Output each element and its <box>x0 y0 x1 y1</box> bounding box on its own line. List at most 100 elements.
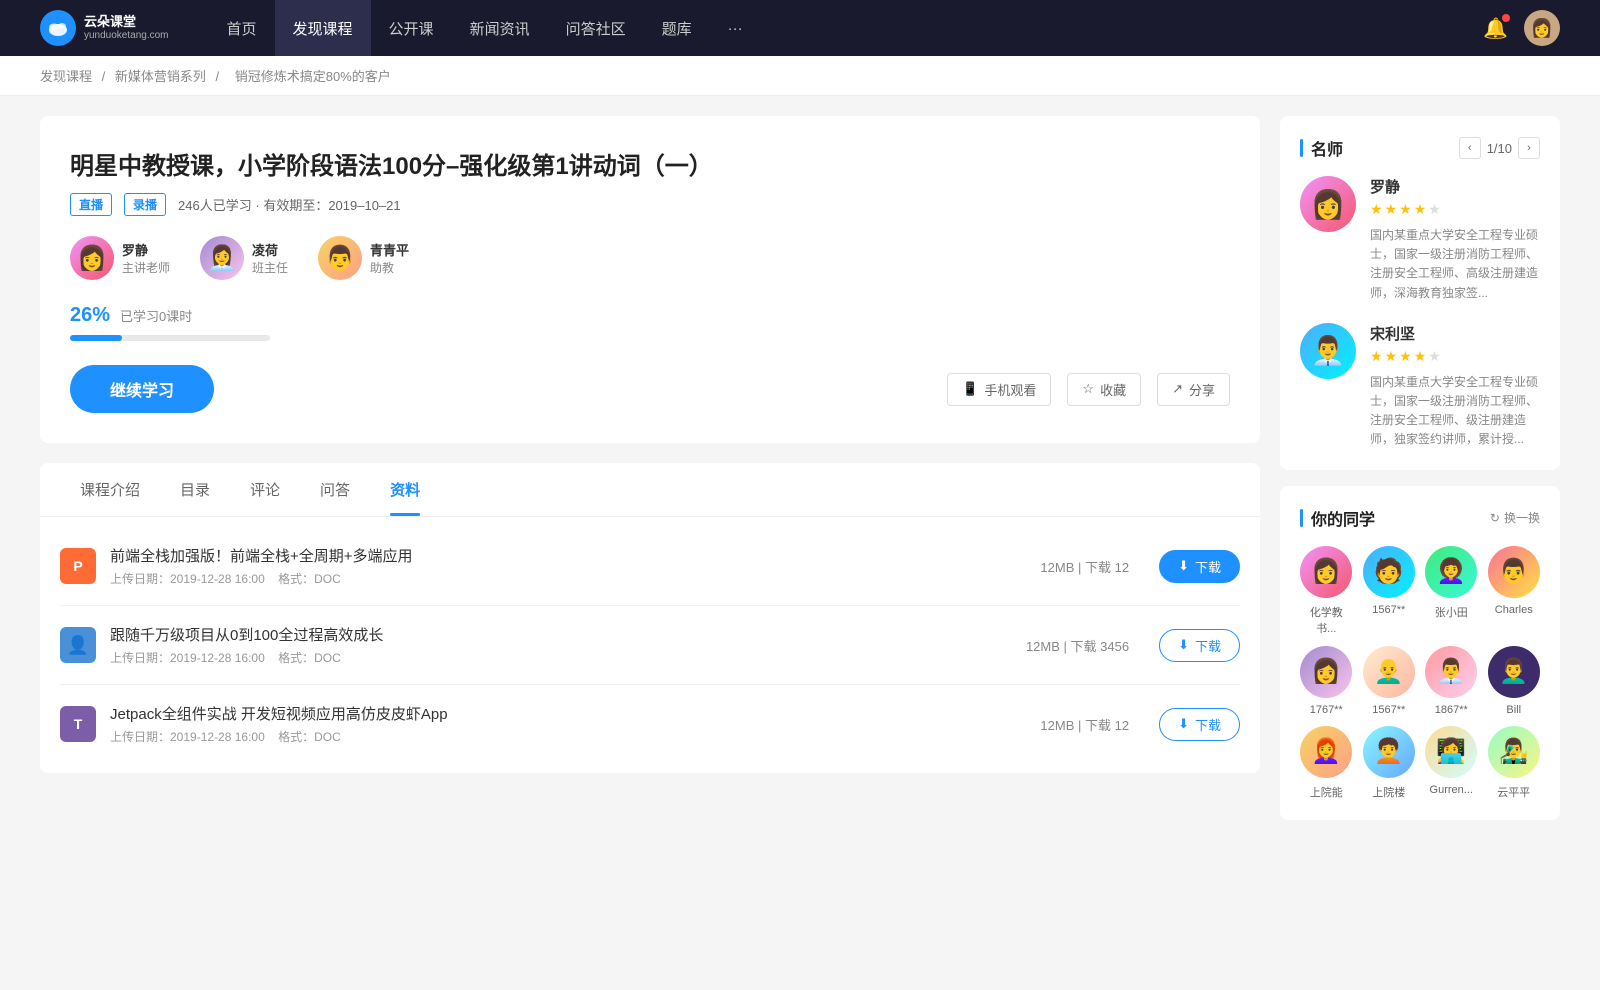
main-layout: 明星中教授课，小学阶段语法100分–强化级第1讲动词（一） 直播 录播 246人… <box>0 96 1600 856</box>
student-2-avatar: 👩‍🦱 <box>1425 546 1477 598</box>
teacher-0-name: 罗静 <box>122 240 170 259</box>
course-title: 明星中教授课，小学阶段语法100分–强化级第1讲动词（一） <box>70 146 1230 181</box>
collect-button[interactable]: ☆ 收藏 <box>1067 373 1141 406</box>
student-1-avatar: 🧑 <box>1363 546 1415 598</box>
sidebar-teacher-0: 👩 罗静 ★ ★ ★ ★ ★ 国内某重点大学安全工程专业硕士，国家一级注册消防工… <box>1300 176 1540 303</box>
breadcrumb-series[interactable]: 新媒体营销系列 <box>115 69 206 84</box>
tab-materials[interactable]: 资料 <box>370 463 440 516</box>
download-button-2[interactable]: ⬇ 下载 <box>1159 708 1240 741</box>
badge-live: 直播 <box>70 193 112 216</box>
file-meta-0: 上传日期：2019-12-28 16:00 格式：DOC <box>110 570 1026 587</box>
progress-bar-bg <box>70 335 270 341</box>
nav-right: 🔔 👩 <box>1483 10 1560 46</box>
tab-intro[interactable]: 课程介绍 <box>60 463 160 516</box>
student-8-avatar: 👩‍🦰 <box>1300 726 1352 778</box>
sidebar-teacher-0-avatar: 👩 <box>1300 176 1356 232</box>
student-5-name: 1567** <box>1372 704 1405 716</box>
sidebar-teacher-1: 👨‍💼 宋利坚 ★ ★ ★ ★ ★ 国内某重点大学安全工程专业硕士，国家一级注册… <box>1300 323 1540 450</box>
breadcrumb: 发现课程 / 新媒体营销系列 / 销冠修炼术搞定80%的客户 <box>0 56 1600 96</box>
teacher-1-name: 凌荷 <box>252 240 288 259</box>
sidebar-teacher-1-stars: ★ ★ ★ ★ ★ <box>1370 348 1540 365</box>
student-7: 👨‍🦱 Bill <box>1488 646 1541 716</box>
teacher-2-avatar: 👨 <box>318 236 362 280</box>
student-6: 👨‍💼 1867** <box>1425 646 1478 716</box>
nav-more[interactable]: ··· <box>710 0 761 56</box>
nav-qa[interactable]: 问答社区 <box>548 0 644 56</box>
student-8-name: 上院能 <box>1310 784 1343 800</box>
sidebar: 名师 ‹ 1/10 › 👩 罗静 ★ ★ ★ ★ <box>1280 116 1560 836</box>
sidebar-teacher-1-name: 宋利坚 <box>1370 323 1540 344</box>
share-button[interactable]: ↗ 分享 <box>1157 373 1230 406</box>
student-4-avatar: 👩 <box>1300 646 1352 698</box>
student-0: 👩 化学教书... <box>1300 546 1353 636</box>
students-sidebar-title: 你的同学 <box>1311 506 1375 530</box>
logo[interactable]: 云朵课堂 yunduoketang.com <box>40 10 169 46</box>
file-icon-1: 👤 <box>60 627 96 663</box>
tab-review[interactable]: 评论 <box>230 463 300 516</box>
student-11: 👨‍🎤 云平平 <box>1488 726 1541 800</box>
badge-record: 录播 <box>124 193 166 216</box>
students-sidebar-card: 你的同学 ↻ 换一换 👩 化学教书... 🧑 1567** 👩‍🦱 <box>1280 486 1560 820</box>
student-5-avatar: 👨‍🦲 <box>1363 646 1415 698</box>
sidebar-teacher-0-name: 罗静 <box>1370 176 1540 197</box>
user-avatar[interactable]: 👩 <box>1524 10 1560 46</box>
logo-text: 云朵课堂 <box>84 14 136 29</box>
file-item-1: 👤 跟随千万级项目从0到100全过程高效成长 上传日期：2019-12-28 1… <box>60 606 1240 685</box>
download-icon-1: ⬇ <box>1178 637 1189 653</box>
file-size-1: 12MB | 下载 3456 <box>1026 636 1129 655</box>
breadcrumb-discover[interactable]: 发现课程 <box>40 69 92 84</box>
page-number: 1/10 <box>1487 141 1512 156</box>
star-icon: ☆ <box>1082 381 1094 397</box>
file-item-0: P 前端全栈加强版！前端全栈+全周期+多端应用 上传日期：2019-12-28 … <box>60 527 1240 606</box>
continue-button[interactable]: 继续学习 <box>70 365 214 413</box>
student-10: 👩‍💻 Gurren... <box>1425 726 1478 800</box>
teacher-2-role: 助教 <box>370 259 409 276</box>
next-page-btn[interactable]: › <box>1518 137 1540 159</box>
download-button-0[interactable]: ⬇ 下载 <box>1159 550 1240 583</box>
logo-sub: yunduoketang.com <box>84 30 169 42</box>
download-icon-0: ⬇ <box>1178 558 1189 574</box>
refresh-students-button[interactable]: ↻ 换一换 <box>1490 509 1540 526</box>
notification-bell[interactable]: 🔔 <box>1483 16 1508 41</box>
section-bar <box>1300 139 1303 157</box>
download-button-1[interactable]: ⬇ 下载 <box>1159 629 1240 662</box>
tabs-header: 课程介绍 目录 评论 问答 资料 <box>40 463 1260 517</box>
share-icon: ↗ <box>1172 381 1183 397</box>
file-list: P 前端全栈加强版！前端全栈+全周期+多端应用 上传日期：2019-12-28 … <box>40 517 1260 773</box>
teacher-1: 👩‍💼 凌荷 班主任 <box>200 236 288 280</box>
student-5: 👨‍🦲 1567** <box>1363 646 1416 716</box>
student-7-avatar: 👨‍🦱 <box>1488 646 1540 698</box>
student-9-avatar: 🧑‍🦱 <box>1363 726 1415 778</box>
student-3: 👨 Charles <box>1488 546 1541 636</box>
nav-discover[interactable]: 发现课程 <box>275 0 371 56</box>
sidebar-teacher-1-desc: 国内某重点大学安全工程专业硕士，国家一级注册消防工程师、注册安全工程师、级注册建… <box>1370 373 1540 450</box>
course-actions: 继续学习 📱 手机观看 ☆ 收藏 ↗ 分享 <box>70 365 1230 413</box>
nav-quiz[interactable]: 题库 <box>644 0 710 56</box>
mobile-icon: 📱 <box>962 381 978 397</box>
nav-news[interactable]: 新闻资讯 <box>452 0 548 56</box>
sidebar-teacher-0-desc: 国内某重点大学安全工程专业硕士，国家一级注册消防工程师、注册安全工程师、高级注册… <box>1370 226 1540 303</box>
teachers-sidebar-card: 名师 ‹ 1/10 › 👩 罗静 ★ ★ ★ ★ <box>1280 116 1560 470</box>
sidebar-teacher-1-avatar: 👨‍💼 <box>1300 323 1356 379</box>
teachers-sidebar-title: 名师 <box>1311 136 1343 160</box>
student-1-name: 1567** <box>1372 604 1405 616</box>
mobile-watch-button[interactable]: 📱 手机观看 <box>947 373 1051 406</box>
file-name-0: 前端全栈加强版！前端全栈+全周期+多端应用 <box>110 545 1026 566</box>
file-meta-1: 上传日期：2019-12-28 16:00 格式：DOC <box>110 649 1012 666</box>
student-0-avatar: 👩 <box>1300 546 1352 598</box>
download-icon-2: ⬇ <box>1178 716 1189 732</box>
nav-open[interactable]: 公开课 <box>371 0 452 56</box>
teacher-0-role: 主讲老师 <box>122 259 170 276</box>
tab-catalog[interactable]: 目录 <box>160 463 230 516</box>
student-8: 👩‍🦰 上院能 <box>1300 726 1353 800</box>
tab-qa[interactable]: 问答 <box>300 463 370 516</box>
nav-home[interactable]: 首页 <box>209 0 275 56</box>
file-name-1: 跟随千万级项目从0到100全过程高效成长 <box>110 624 1012 645</box>
teacher-1-role: 班主任 <box>252 259 288 276</box>
tabs-card: 课程介绍 目录 评论 问答 资料 P 前端全栈加强版！前端全栈+全周期+多端应用… <box>40 463 1260 773</box>
navigation: 云朵课堂 yunduoketang.com 首页 发现课程 公开课 新闻资讯 问… <box>0 0 1600 56</box>
progress-section: 26% 已学习0课时 <box>70 304 1230 341</box>
teacher-1-avatar: 👩‍💼 <box>200 236 244 280</box>
student-4: 👩 1767** <box>1300 646 1353 716</box>
prev-page-btn[interactable]: ‹ <box>1459 137 1481 159</box>
